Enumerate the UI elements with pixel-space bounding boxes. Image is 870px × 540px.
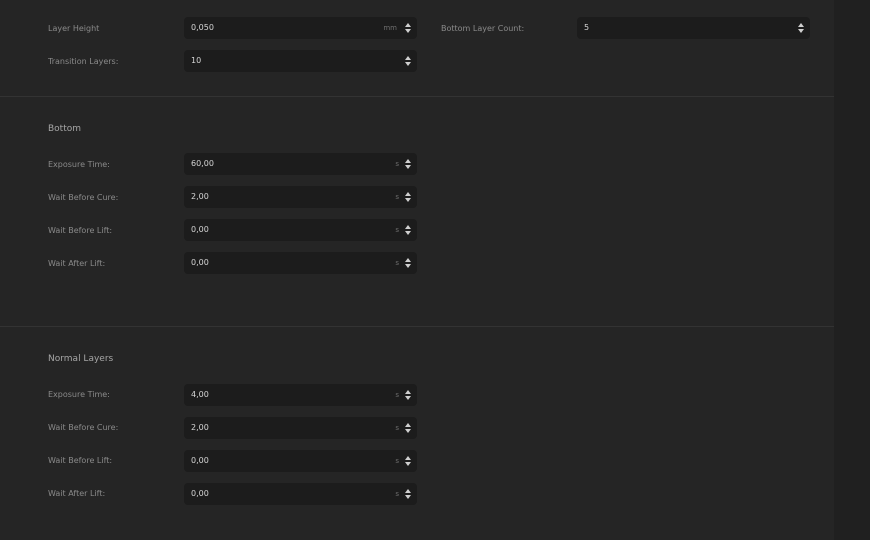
up-down-arrows-icon[interactable] [798,23,804,33]
up-down-arrows-icon[interactable] [405,456,411,466]
layer-height-input[interactable]: 0,050 mm [184,17,417,39]
bottom-layer-count-value: 5 [584,23,590,32]
bottom-exposure-time-label: Exposure Time: [48,160,110,169]
transition-layers-value: 10 [191,56,202,65]
bottom-wait-before-cure-unit: s [395,193,399,201]
up-down-arrows-icon[interactable] [405,489,411,499]
up-down-arrows-icon[interactable] [405,23,411,33]
normal-wait-after-lift-label: Wait After Lift: [48,489,106,498]
bottom-wait-before-lift-unit: s [395,226,399,234]
layer-height-unit: mm [383,24,397,32]
bottom-exposure-time-unit: s [395,160,399,168]
up-down-arrows-icon[interactable] [405,390,411,400]
bottom-wait-before-cure-input[interactable]: 2,00 s [184,186,417,208]
bottom-wait-before-cure-value: 2,00 [191,192,209,201]
normal-wait-before-lift-unit: s [395,457,399,465]
normal-exposure-time-label: Exposure Time: [48,390,110,399]
section-divider [0,96,834,97]
panel-right-gutter [834,0,870,540]
layer-height-label: Layer Height [48,24,100,33]
up-down-arrows-icon[interactable] [405,192,411,202]
normal-wait-before-lift-input[interactable]: 0,00 s [184,450,417,472]
normal-wait-after-lift-unit: s [395,490,399,498]
normal-wait-before-cure-input[interactable]: 2,00 s [184,417,417,439]
bottom-exposure-time-input[interactable]: 60,00 s [184,153,417,175]
normal-section-title: Normal Layers [48,354,114,364]
bottom-wait-after-lift-value: 0,00 [191,258,209,267]
up-down-arrows-icon[interactable] [405,225,411,235]
bottom-wait-before-lift-input[interactable]: 0,00 s [184,219,417,241]
normal-wait-after-lift-input[interactable]: 0,00 s [184,483,417,505]
normal-wait-before-lift-label: Wait Before Lift: [48,456,113,465]
normal-wait-before-cure-unit: s [395,424,399,432]
transition-layers-input[interactable]: 10 [184,50,417,72]
bottom-layer-count-label: Bottom Layer Count: [441,24,525,33]
bottom-layer-count-input[interactable]: 5 [577,17,810,39]
normal-wait-before-cure-label: Wait Before Cure: [48,423,119,432]
normal-wait-before-cure-value: 2,00 [191,423,209,432]
up-down-arrows-icon[interactable] [405,56,411,66]
bottom-wait-after-lift-unit: s [395,259,399,267]
bottom-exposure-time-value: 60,00 [191,159,214,168]
up-down-arrows-icon[interactable] [405,423,411,433]
bottom-section-title: Bottom [48,124,82,134]
layer-height-value: 0,050 [191,23,214,32]
normal-exposure-time-input[interactable]: 4,00 s [184,384,417,406]
bottom-wait-before-lift-value: 0,00 [191,225,209,234]
up-down-arrows-icon[interactable] [405,258,411,268]
normal-exposure-time-value: 4,00 [191,390,209,399]
normal-wait-after-lift-value: 0,00 [191,489,209,498]
bottom-wait-before-lift-label: Wait Before Lift: [48,226,113,235]
bottom-wait-before-cure-label: Wait Before Cure: [48,193,119,202]
up-down-arrows-icon[interactable] [405,159,411,169]
normal-wait-before-lift-value: 0,00 [191,456,209,465]
bottom-wait-after-lift-label: Wait After Lift: [48,259,106,268]
normal-exposure-time-unit: s [395,391,399,399]
bottom-wait-after-lift-input[interactable]: 0,00 s [184,252,417,274]
section-divider [0,326,834,327]
transition-layers-label: Transition Layers: [48,57,119,66]
